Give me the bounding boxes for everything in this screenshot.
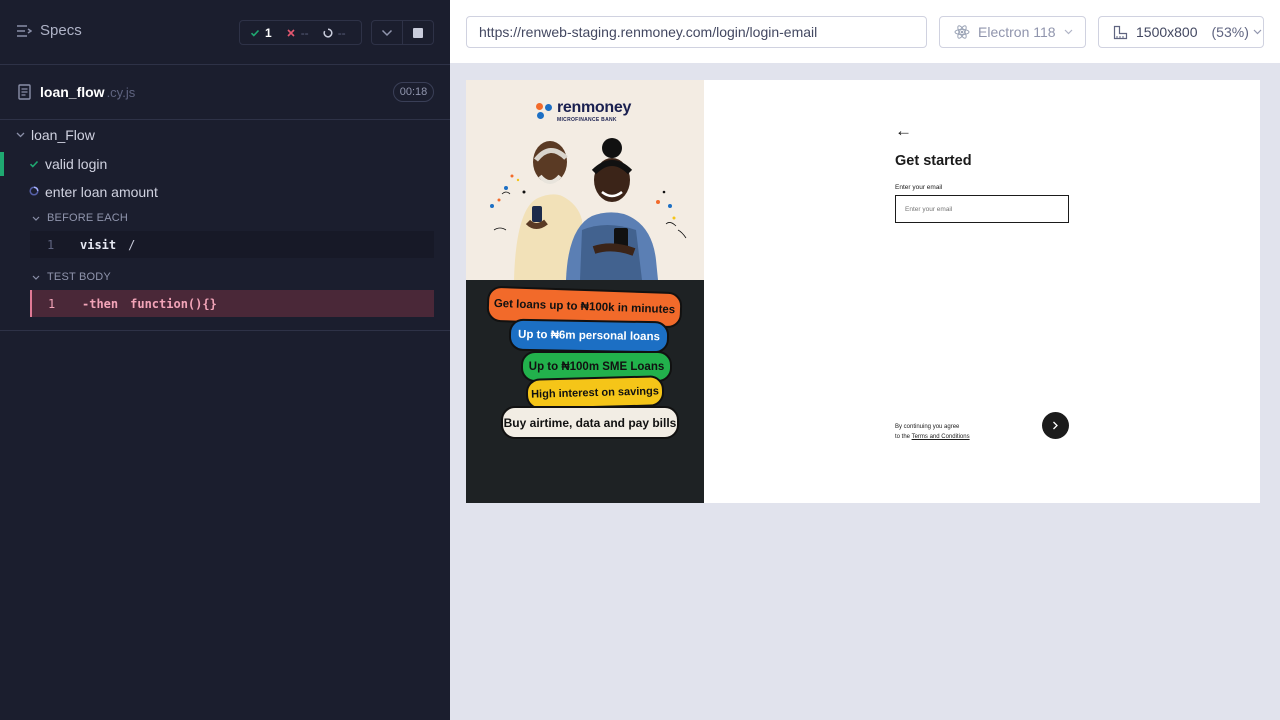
- command-visit[interactable]: 1 visit /: [30, 231, 434, 258]
- test-title: valid login: [45, 156, 108, 172]
- hook-test-body[interactable]: TEST BODY: [32, 271, 111, 283]
- reporter-header: Specs 1 -- --: [0, 0, 450, 65]
- test-title: enter loan amount: [45, 184, 158, 200]
- promo-pill-personal-loans: Up to ₦6m personal loans: [508, 318, 670, 354]
- check-icon: [250, 29, 260, 37]
- document-icon: [18, 84, 31, 100]
- browser-selector[interactable]: Electron 118: [939, 16, 1086, 48]
- failed-count: --: [300, 25, 309, 40]
- hook-label: TEST BODY: [47, 271, 111, 283]
- test-enter-loan-amount[interactable]: enter loan amount: [0, 180, 450, 202]
- run-controls: [371, 20, 434, 45]
- chevron-down-icon: [1253, 29, 1262, 35]
- email-label: Enter your email: [895, 184, 943, 191]
- command-name: -then: [82, 296, 119, 311]
- chevron-right-icon: [1053, 421, 1058, 430]
- reporter-panel: Specs 1 -- -- loan_flow .cy.js 00:18 loa…: [0, 0, 450, 720]
- chevron-down-icon: [1064, 29, 1073, 35]
- terms-prefix: to the: [895, 434, 912, 440]
- spec-file[interactable]: loan_flow .cy.js: [18, 84, 135, 100]
- spec-duration: 00:18: [393, 82, 434, 102]
- aut-header: https://renweb-staging.renmoney.com/logi…: [450, 0, 1280, 64]
- divider: [0, 330, 450, 331]
- failed-stat: --: [272, 26, 309, 40]
- hero-people-illustration: [490, 138, 687, 280]
- back-arrow-icon[interactable]: ←: [895, 122, 1070, 139]
- specs-button[interactable]: Specs: [16, 22, 82, 39]
- viewport-selector[interactable]: 1500x800 (53%): [1098, 16, 1264, 48]
- pending-count: --: [337, 25, 346, 40]
- command-number: 1: [47, 237, 55, 252]
- promo-pill-airtime: Buy airtime, data and pay bills: [501, 406, 679, 439]
- suite-label: loan_Flow: [31, 127, 95, 143]
- promo-panel: renmoney MICROFINANCE BANK Get loans up …: [466, 80, 704, 503]
- url-bar[interactable]: https://renweb-staging.renmoney.com/logi…: [466, 16, 927, 48]
- stop-button[interactable]: [403, 21, 433, 44]
- specs-label: Specs: [40, 22, 82, 39]
- running-spinner-icon: [29, 186, 39, 196]
- ruler-icon: [1113, 25, 1128, 39]
- woman-figure: [566, 138, 658, 280]
- command-then[interactable]: 1 -then function(){}: [30, 290, 434, 317]
- spec-file-row: loan_flow .cy.js 00:18: [0, 65, 450, 120]
- check-icon: [29, 160, 39, 168]
- terms-link[interactable]: Terms and Conditions: [912, 434, 970, 440]
- chevron-down-icon: [381, 29, 392, 36]
- test-stats: 1 -- --: [239, 20, 362, 45]
- chevron-down-icon: [16, 132, 25, 138]
- pass-indicator-bar: [0, 152, 4, 176]
- command-name: visit: [80, 237, 117, 252]
- suite-title[interactable]: loan_Flow: [16, 127, 95, 143]
- promo-pill-savings: High interest on savings: [525, 375, 665, 410]
- x-icon: [287, 28, 295, 37]
- chevron-down-icon: [32, 216, 40, 221]
- hero-image: renmoney MICROFINANCE BANK: [466, 80, 704, 280]
- spec-extension: .cy.js: [106, 84, 136, 100]
- stop-icon: [412, 27, 423, 38]
- test-valid-login[interactable]: valid login: [0, 152, 450, 176]
- pending-stat: --: [309, 26, 346, 40]
- viewport-scale: (53%): [1211, 24, 1249, 40]
- hook-label: BEFORE EACH: [47, 212, 129, 224]
- page-title: Get started: [895, 153, 972, 169]
- chevron-down-icon: [32, 275, 40, 280]
- command-number: 1: [48, 296, 56, 311]
- passed-stat: 1: [240, 26, 272, 40]
- spec-name: loan_flow: [40, 84, 105, 100]
- browser-label: Electron 118: [978, 24, 1056, 40]
- continue-button[interactable]: [1042, 412, 1069, 439]
- command-arg: /: [128, 237, 136, 252]
- aut-iframe: renmoney MICROFINANCE BANK Get loans up …: [466, 80, 1260, 503]
- command-arg: function(){}: [130, 296, 217, 311]
- login-form: ← Get started Enter your email: [895, 122, 1070, 223]
- terms-text-line-1: By continuing you agree: [895, 424, 960, 430]
- specs-list-icon: [17, 24, 32, 37]
- electron-icon: [954, 25, 970, 39]
- toggle-auto-scroll-button[interactable]: [372, 21, 403, 44]
- email-field[interactable]: [895, 195, 1069, 223]
- terms-text-line-2: to the Terms and Conditions: [895, 432, 970, 442]
- terms-notice: By continuing you agree to the Terms and…: [895, 422, 970, 442]
- passed-count: 1: [265, 25, 272, 40]
- hook-before-each[interactable]: BEFORE EACH: [32, 212, 128, 224]
- viewport-size: 1500x800: [1136, 24, 1198, 40]
- pending-circle-icon: [323, 27, 333, 38]
